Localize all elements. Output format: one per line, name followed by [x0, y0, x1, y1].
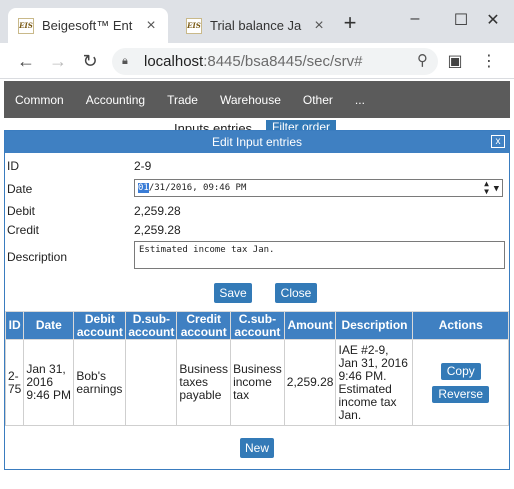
- dialog-close-icon[interactable]: x: [491, 135, 505, 148]
- debit-label: Debit: [7, 204, 36, 218]
- eis-favicon-icon: EIS: [18, 17, 34, 34]
- menu-accounting[interactable]: Accounting: [86, 93, 145, 107]
- cell-id: 2-75: [4, 339, 25, 426]
- table-header-row: ID Date Debit account D.sub-account Cred…: [4, 311, 509, 340]
- back-arrow-icon[interactable]: ←: [14, 49, 38, 73]
- column-header: Actions: [412, 311, 509, 340]
- dialog-header: Edit Input entries x: [5, 131, 509, 153]
- url-host: localhost: [144, 53, 204, 70]
- browser-toolbar: ← → ↻ 🔒︎ localhost:8445/bsa8445/sec/srv#…: [0, 43, 514, 79]
- copy-button[interactable]: Copy: [440, 362, 481, 380]
- column-header: Debit account: [73, 311, 127, 340]
- tab-close-icon[interactable]: ×: [312, 17, 326, 35]
- lock-icon[interactable]: 🔒︎: [122, 55, 134, 68]
- browser-tab-active[interactable]: EIS Beigesoft™ Ent ×: [8, 8, 168, 43]
- edit-input-entries-dialog: Edit Input entries x ID 2-9 Date 01/31/2…: [4, 130, 510, 470]
- entries-table: ID Date Debit account D.sub-account Cred…: [4, 311, 509, 426]
- id-label: ID: [7, 159, 19, 173]
- column-header: D.sub-account: [125, 311, 178, 340]
- column-header: Credit account: [176, 311, 232, 340]
- table-row: 2-75 Jan 31, 2016 9:46 PM Bob's earnings…: [4, 339, 509, 426]
- reload-icon[interactable]: ↻: [78, 49, 102, 73]
- browser-tab-inactive[interactable]: EIS Trial balance Ja ×: [176, 8, 336, 43]
- cell-d-sub-account: [125, 339, 178, 426]
- date-dropdown-icon[interactable]: ▼: [494, 181, 499, 197]
- cell-c-sub-account: Business income tax: [230, 339, 285, 426]
- tab-title: Trial balance Ja: [210, 18, 302, 33]
- new-tab-plus-icon[interactable]: +: [338, 12, 362, 36]
- column-header: Amount: [283, 311, 337, 340]
- close-button[interactable]: Close: [275, 283, 317, 303]
- menu-common[interactable]: Common: [15, 93, 64, 107]
- cell-actions: Copy Reverse: [412, 339, 509, 426]
- dialog-title: Edit Input entries: [211, 135, 303, 149]
- cell-date: Jan 31, 2016 9:46 PM: [23, 339, 75, 426]
- minimize-icon[interactable]: –: [400, 10, 430, 28]
- debit-value: 2,259.28: [134, 204, 181, 218]
- browser-tab-strip: EIS Beigesoft™ Ent × EIS Trial balance J…: [0, 0, 514, 43]
- save-button[interactable]: Save: [214, 283, 252, 303]
- clipboard-icon[interactable]: ▣: [444, 51, 466, 71]
- url-path: :8445/bsa8445/sec/srv#: [203, 53, 363, 70]
- cell-amount: 2,259.28: [283, 339, 337, 426]
- credit-label: Credit: [7, 223, 40, 237]
- address-bar[interactable]: 🔒︎ localhost:8445/bsa8445/sec/srv# ⚲: [112, 48, 438, 75]
- description-label: Description: [7, 250, 68, 264]
- menu-warehouse[interactable]: Warehouse: [220, 93, 281, 107]
- column-header: Date: [23, 311, 75, 340]
- cell-credit-account: Business taxes payable: [176, 339, 232, 426]
- menu-other[interactable]: Other: [303, 93, 333, 107]
- description-textarea[interactable]: Estimated income tax Jan.: [134, 241, 505, 269]
- new-button[interactable]: New: [240, 438, 274, 458]
- eis-favicon-icon: EIS: [186, 17, 202, 34]
- column-header: C.sub-account: [230, 311, 285, 340]
- maximize-icon[interactable]: ☐: [446, 10, 476, 30]
- date-spinner-icon[interactable]: ▲ ▼: [484, 180, 489, 196]
- tab-close-icon[interactable]: ×: [144, 17, 158, 35]
- menu-more[interactable]: ...: [355, 93, 365, 107]
- window-close-icon[interactable]: ✕: [478, 10, 508, 30]
- cell-debit-account: Bob's earnings: [73, 339, 127, 426]
- menu-trade[interactable]: Trade: [167, 93, 198, 107]
- app-menu-bar: Common Accounting Trade Warehouse Other …: [4, 81, 510, 118]
- column-header: ID: [4, 311, 25, 340]
- date-rest: /31/2016, 09:46 PM: [148, 183, 247, 193]
- reverse-button[interactable]: Reverse: [432, 385, 490, 403]
- date-input[interactable]: 01/31/2016, 09:46 PM ▲ ▼ ▼: [134, 179, 503, 197]
- credit-value: 2,259.28: [134, 223, 181, 237]
- date-label: Date: [7, 182, 33, 196]
- tab-title: Beigesoft™ Ent: [42, 18, 133, 33]
- id-value: 2-9: [134, 159, 152, 173]
- forward-arrow-icon[interactable]: →: [46, 49, 70, 73]
- kebab-menu-icon[interactable]: ⋮: [478, 51, 500, 71]
- zoom-icon[interactable]: ⚲: [417, 51, 428, 69]
- column-header: Description: [335, 311, 414, 340]
- cell-description: IAE #2-9, Jan 31, 2016 9:46 PM. Estimate…: [335, 339, 414, 426]
- date-month-segment[interactable]: 01: [138, 183, 149, 193]
